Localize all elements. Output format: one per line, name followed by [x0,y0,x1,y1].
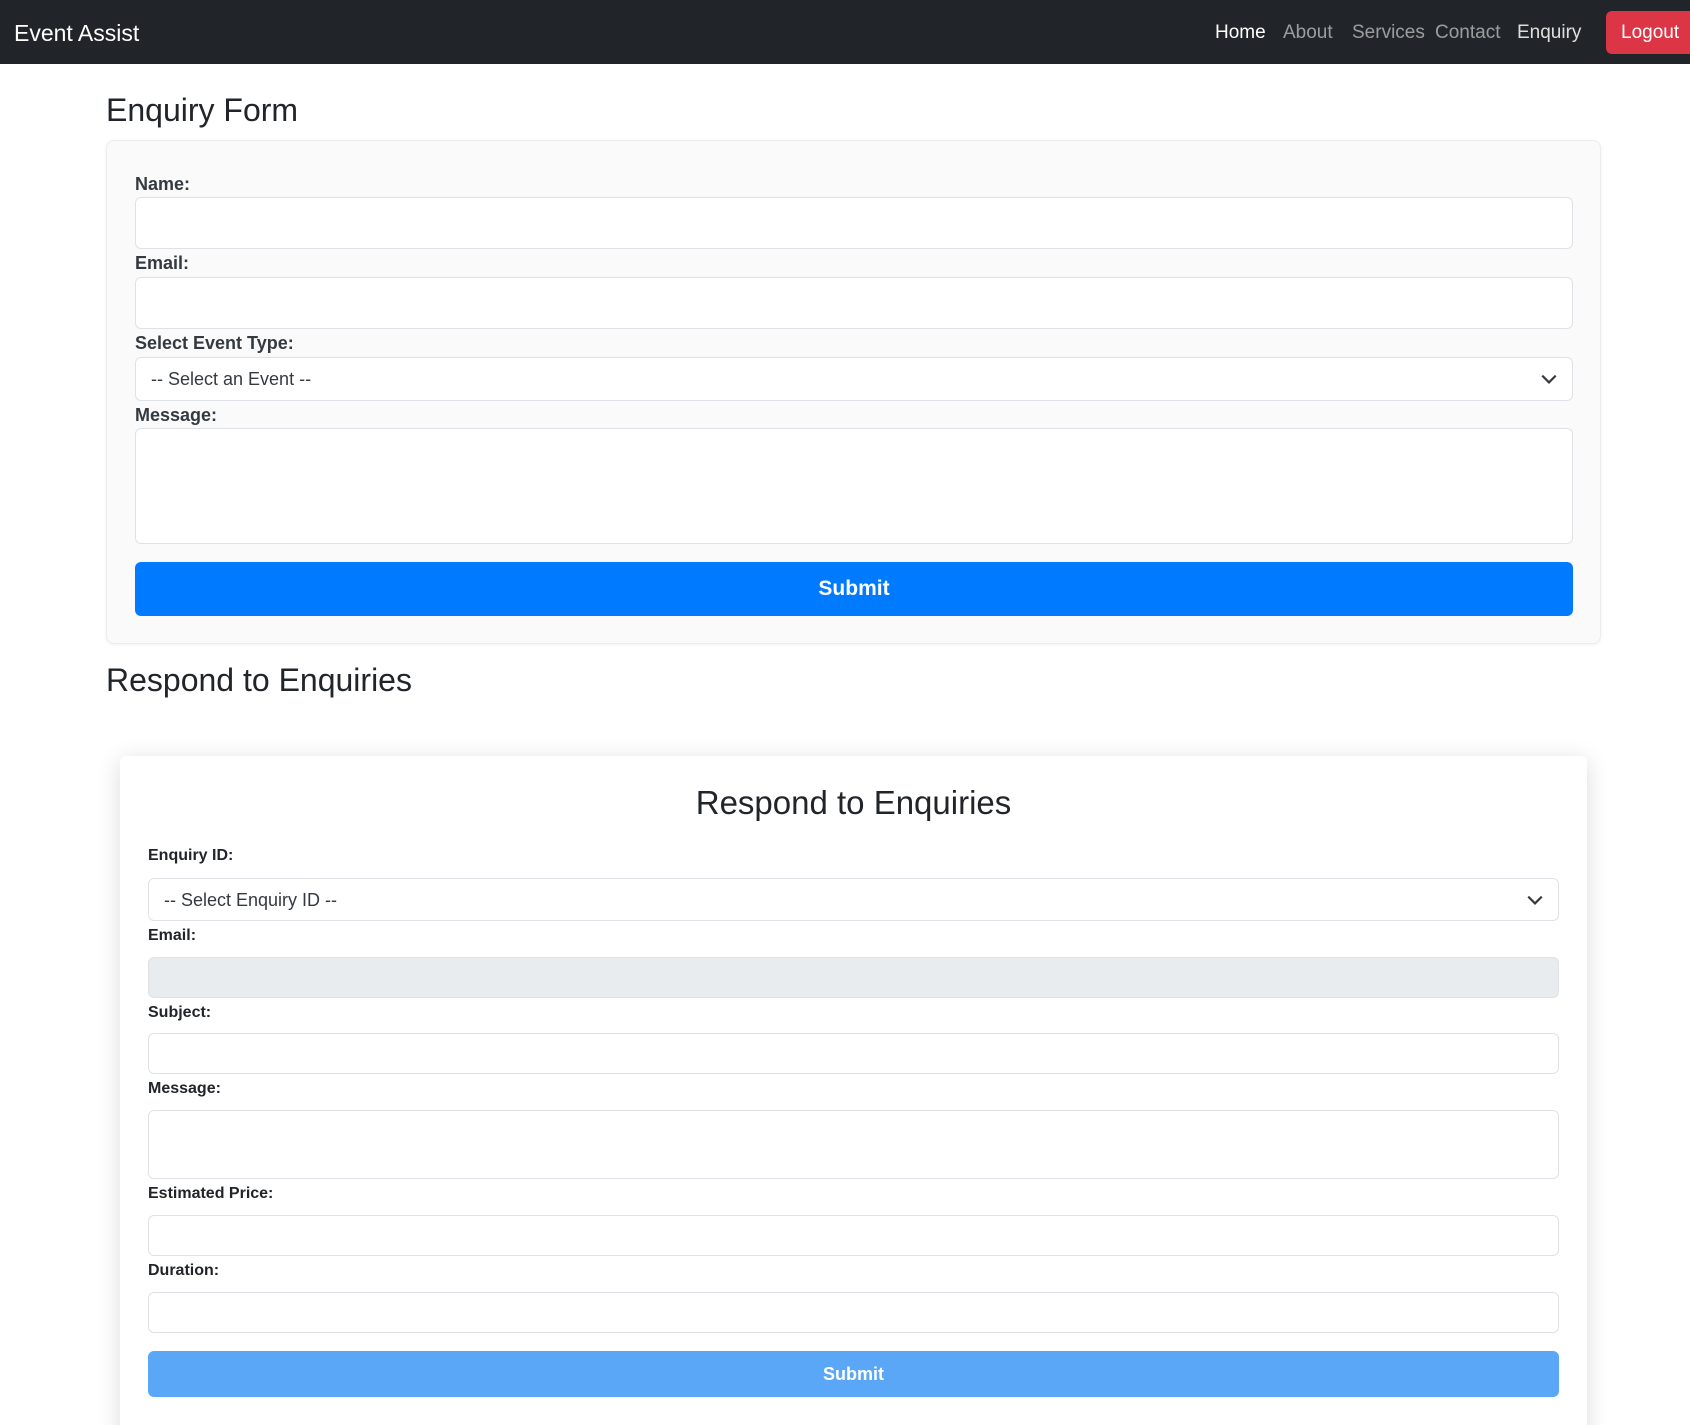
respond-card: Respond to Enquiries Enquiry ID: -- Sele… [120,756,1587,1425]
name-label: Name: [135,174,191,194]
nav-about[interactable]: About [1283,0,1333,64]
chevron-down-icon [1527,895,1543,905]
email-label: Email: [135,253,190,273]
message-textarea[interactable] [135,428,1573,544]
respond-card-title: Respond to Enquiries [695,784,1012,821]
subject-input[interactable] [148,1033,1559,1074]
event-type-select[interactable]: -- Select an Event -- [135,357,1573,401]
duration-input[interactable] [148,1292,1559,1333]
estimated-price-input[interactable] [148,1215,1559,1256]
chevron-down-icon [1541,374,1557,384]
submit-enquiry-button[interactable]: Submit [135,562,1573,616]
name-input[interactable] [135,197,1573,249]
enquiry-id-select[interactable]: -- Select Enquiry ID -- [148,878,1559,921]
enquiry-form-card: Name: Email: Select Event Type: -- Selec… [106,140,1601,644]
subject-label: Subject: [148,1004,212,1021]
nav-services[interactable]: Services [1352,0,1425,64]
enquiry-id-label: Enquiry ID: [148,847,234,864]
duration-label: Duration: [148,1262,220,1279]
email-input[interactable] [135,277,1573,329]
navbar: Event Assist Home About Services Contact… [0,0,1690,64]
respond-message-textarea[interactable] [148,1110,1559,1179]
respond-email-label: Email: [148,927,197,944]
nav-home[interactable]: Home [1215,0,1266,64]
submit-response-button[interactable]: Submit [148,1351,1559,1397]
logout-button[interactable]: Logout [1606,11,1690,54]
nav-enquiry[interactable]: Enquiry [1517,0,1581,64]
brand-title[interactable]: Event Assist [14,0,139,64]
estimated-price-label: Estimated Price: [148,1185,274,1202]
enquiry-id-selected: -- Select Enquiry ID -- [164,890,338,910]
respond-email-input[interactable] [148,957,1559,998]
event-type-selected: -- Select an Event -- [151,369,312,389]
message-label: Message: [135,405,218,425]
respond-section-heading: Respond to Enquiries [106,662,412,698]
nav-contact[interactable]: Contact [1435,0,1500,64]
respond-message-label: Message: [148,1080,221,1097]
enquiry-form-heading: Enquiry Form [106,92,299,128]
event-type-label: Select Event Type: [135,333,294,353]
